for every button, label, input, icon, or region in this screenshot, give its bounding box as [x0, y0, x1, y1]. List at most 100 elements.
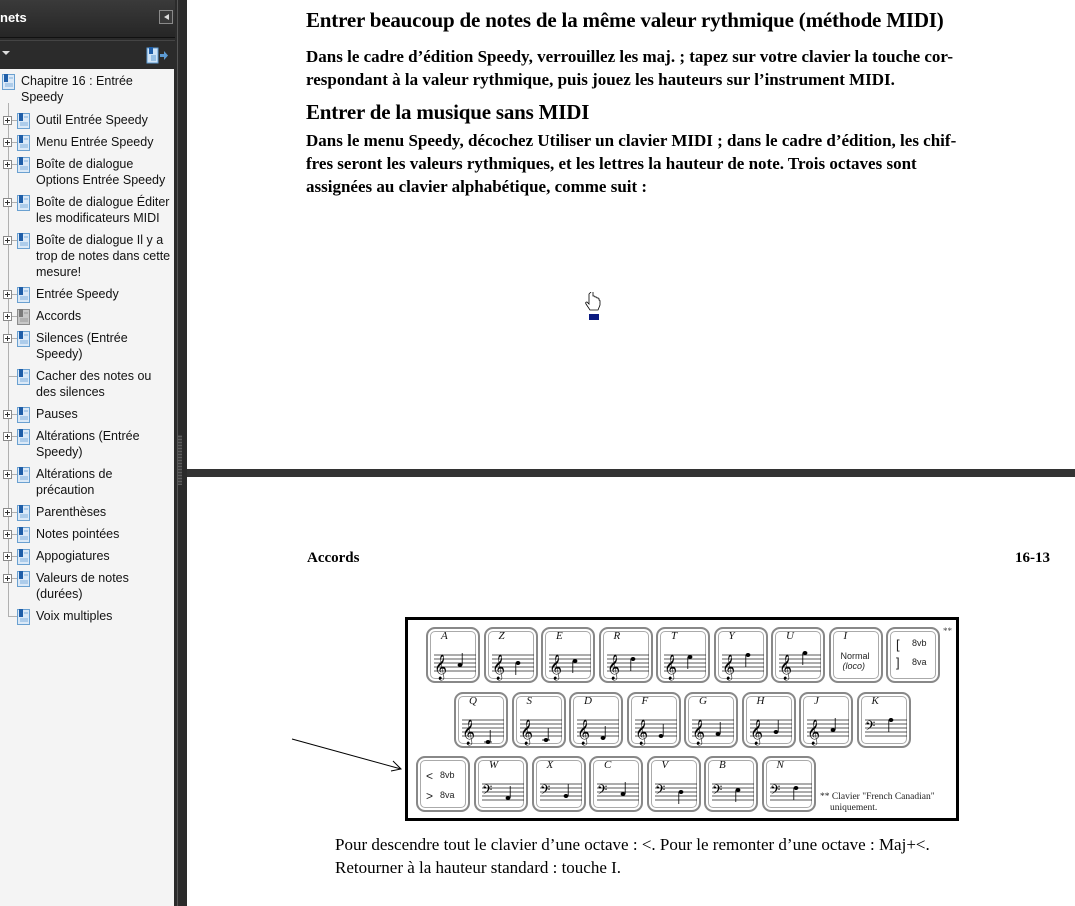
- key-x: X 𝄢: [531, 756, 586, 812]
- page-separator: [187, 469, 1075, 477]
- expand-plus-icon[interactable]: [3, 116, 12, 125]
- bookmark-icon: [17, 527, 30, 543]
- bass-clef-icon: 𝄢: [655, 782, 665, 801]
- bookmark-icon: [17, 369, 30, 385]
- bookmark-label: Boîte de dialogue Options Entrée Speedy: [36, 157, 166, 187]
- bookmark-label: Cacher des notes ou des silences: [36, 369, 152, 399]
- key-k: K 𝄢: [856, 692, 911, 748]
- expand-plus-icon[interactable]: [3, 574, 12, 583]
- expand-plus-icon[interactable]: [3, 530, 12, 539]
- collapse-panel-button[interactable]: [159, 10, 173, 24]
- bookmark-icon: [17, 287, 30, 303]
- key-letter: I: [843, 630, 848, 642]
- expand-plus-icon[interactable]: [3, 198, 12, 207]
- staff-icon: 𝄞: [519, 719, 562, 745]
- bass-clef-icon: 𝄢: [770, 782, 780, 801]
- splitter-grip[interactable]: [178, 435, 182, 485]
- expand-plus-icon[interactable]: [3, 160, 12, 169]
- treble-clef-icon: 𝄞: [462, 719, 475, 745]
- treble-clef-icon: 𝄞: [434, 654, 447, 680]
- treble-clef-icon: 𝄞: [750, 719, 763, 745]
- treble-clef-icon: 𝄞: [549, 654, 562, 680]
- bookmark-icon: [17, 157, 30, 173]
- key-r: R 𝄞: [598, 627, 653, 683]
- bookmark-label: Appogiatures: [36, 549, 110, 563]
- key-u: U 𝄞: [771, 627, 825, 683]
- staff-icon: 𝄢: [769, 782, 812, 801]
- expand-plus-icon[interactable]: [3, 508, 12, 517]
- staff-icon: 𝄞: [634, 719, 677, 745]
- bookmark-label: Valeurs de notes (durées): [36, 571, 129, 601]
- staff-icon: 𝄢: [864, 718, 907, 737]
- bookmark-icon: [17, 195, 30, 211]
- expand-plus-icon[interactable]: [3, 470, 12, 479]
- key-angle: < 8vb > 8va: [416, 756, 470, 812]
- treble-clef-icon: 𝄞: [692, 719, 705, 745]
- key-text: (loco): [842, 661, 866, 671]
- staff-icon: 𝄞: [577, 719, 619, 745]
- panel-splitter[interactable]: [175, 0, 187, 906]
- key-t: T 𝄞: [656, 627, 710, 683]
- bookmark-label: Voix multiples: [36, 609, 113, 623]
- paragraph-line: respondant à la valeur rythmique, puis j…: [306, 70, 895, 89]
- arrow-annotation: [291, 738, 403, 772]
- bookmark-icon: [17, 571, 30, 587]
- bookmark-label: Entrée Speedy: [36, 287, 119, 301]
- key-z: Z 𝄞: [483, 627, 538, 683]
- footnote-line: ** Clavier "French Canadian": [820, 792, 935, 802]
- expand-plus-icon[interactable]: [3, 432, 12, 441]
- bookmark-label: Pauses: [36, 407, 78, 421]
- key-text: 8vb: [912, 638, 927, 648]
- tree-branch-line: [9, 376, 17, 377]
- tree-connector-line: [8, 103, 9, 617]
- key-a: A 𝄞: [426, 627, 480, 683]
- bookmark-icon: [2, 74, 15, 90]
- expand-plus-icon[interactable]: [3, 552, 12, 561]
- key-text: 8va: [912, 657, 927, 667]
- expand-bookmark-icon[interactable]: [146, 47, 168, 64]
- bookmark-icon: [17, 407, 30, 423]
- hand-cursor-icon: [585, 292, 601, 320]
- bookmark-label: Silences (Entrée Speedy): [36, 331, 128, 361]
- bookmark-label: Chapitre 16 : Entrée Speedy: [21, 74, 133, 104]
- key-c: C 𝄢: [589, 756, 643, 812]
- key-b: B 𝄢: [704, 756, 758, 812]
- expand-plus-icon[interactable]: [3, 138, 12, 147]
- caption-line: Pour descendre tout le clavier d’une oct…: [335, 835, 930, 854]
- pdf-page: Entrer beaucoup de notes de la même vale…: [187, 0, 1075, 469]
- expand-plus-icon[interactable]: [3, 312, 12, 321]
- staff-icon: 𝄞: [664, 654, 706, 680]
- staff-icon: 𝄞: [462, 719, 504, 745]
- expand-plus-icon[interactable]: [3, 236, 12, 245]
- staff-icon: 𝄢: [482, 782, 524, 801]
- staff-icon: 𝄞: [721, 653, 764, 680]
- tree-branch-line: [9, 616, 17, 617]
- keyboard-footnote: ** Clavier "French Canadian" uniquement.: [820, 792, 935, 814]
- treble-clef-icon: 𝄞: [492, 654, 505, 680]
- key-w: W 𝄢: [474, 756, 528, 812]
- bookmarks-panel-header: nets: [0, 0, 175, 38]
- bookmarks-panel: nets Chapitre 16 : Entrée Speedy Outil E…: [0, 0, 175, 906]
- options-dropdown-icon[interactable]: [2, 51, 10, 55]
- expand-plus-icon[interactable]: [3, 334, 12, 343]
- bookmark-icon: [17, 331, 30, 347]
- bass-clef-icon: 𝄢: [482, 782, 492, 801]
- bass-clef-icon: 𝄢: [712, 782, 722, 801]
- expand-plus-icon[interactable]: [3, 290, 12, 299]
- key-n: N 𝄢: [761, 756, 816, 812]
- key-y: Y 𝄞: [713, 627, 768, 683]
- staff-icon: 𝄞: [779, 651, 821, 680]
- bookmark-label: Parenthèses: [36, 505, 107, 519]
- pdf-page: Accords 16-13 ** ** Clavier "French Cana…: [187, 477, 1075, 906]
- key-q: Q 𝄞: [454, 692, 508, 748]
- staff-icon: 𝄞: [692, 719, 734, 745]
- bookmark-icon: [17, 233, 30, 249]
- expand-plus-icon[interactable]: [3, 410, 12, 419]
- bookmark-label: Outil Entrée Speedy: [36, 113, 148, 127]
- key-v: V 𝄢: [646, 756, 701, 812]
- footnote-marker: **: [943, 626, 952, 636]
- bookmark-icon: [17, 549, 30, 565]
- bass-clef-icon: 𝄢: [865, 718, 875, 737]
- bass-clef-icon: 𝄢: [597, 782, 607, 801]
- bookmark-icon: [17, 467, 30, 483]
